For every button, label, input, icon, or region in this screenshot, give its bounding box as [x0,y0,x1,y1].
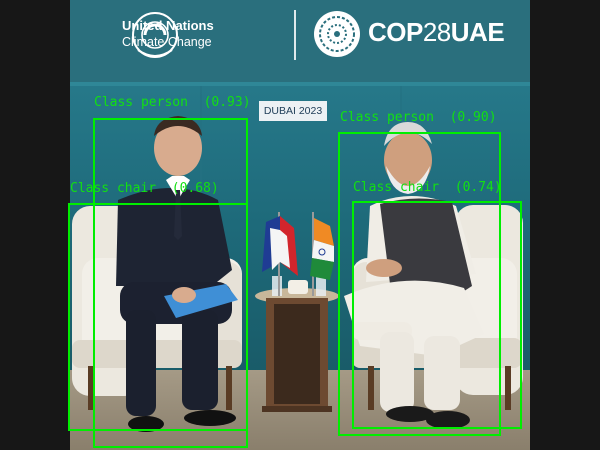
un-subtitle: Climate Change [122,35,212,49]
dubai-2023-sign: DUBAI 2023 [259,101,327,121]
cop-tail-text: UAE [450,17,505,47]
bbox-label-chair-left: Class chair (0.68) [70,181,219,196]
un-title: United Nations [122,18,214,33]
cop-number-text: 28 [422,17,451,47]
bbox-label-person-left: Class person (0.93) [94,95,251,110]
bbox-chair-right [352,201,522,429]
un-climate-wordmark: United Nations Climate Change [122,18,214,50]
scene: United Nations Climate Change COP28UAE D… [0,0,600,450]
bbox-label-person-right: Class person (0.90) [340,110,497,125]
cop28-wordmark: COP28UAE [368,17,505,48]
side-table [255,276,339,412]
cop28-logo [314,11,360,57]
cop-main-text: COP [368,17,423,47]
bbox-label-chair-right: Class chair (0.74) [353,180,502,195]
bbox-chair-left [68,203,248,431]
